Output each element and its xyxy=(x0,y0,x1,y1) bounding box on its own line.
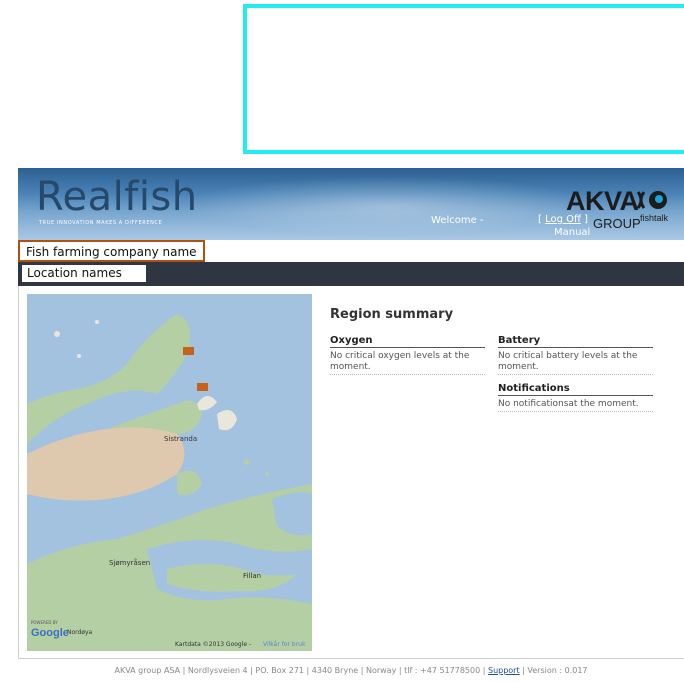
region-map[interactable]: Sistranda Sjømyråsen Fillan Nordøya POWE… xyxy=(27,294,312,651)
map-terms-link[interactable]: Vilkår for bruk xyxy=(263,641,306,648)
fishtalk-logo: fishtalk xyxy=(640,213,669,223)
manual-link[interactable]: Manual xyxy=(554,227,590,238)
footer-version: | Version : 0.017 xyxy=(522,666,588,675)
map-label-sistranda: Sistranda xyxy=(164,435,197,443)
realfish-logo: Realfish xyxy=(36,174,198,220)
map-attribution: Kartdata ©2013 Google - xyxy=(175,641,251,648)
oxygen-status: No critical oxygen levels at the moment. xyxy=(330,351,485,375)
powered-by-text: POWERED BY xyxy=(31,620,58,625)
banner-decoration xyxy=(178,176,598,236)
akva-group-text: GROUP xyxy=(593,216,641,231)
highlight-frame xyxy=(243,4,684,154)
farm-marker[interactable] xyxy=(183,347,194,355)
akva-logo: AKVA xyxy=(566,186,639,216)
logo-tagline: TRUE INNOVATION MAKES A DIFFERENCE xyxy=(39,220,163,226)
location-nav: Location names xyxy=(18,262,684,286)
oxygen-section: Oxygen No critical oxygen levels at the … xyxy=(330,335,485,375)
google-logo: Google xyxy=(31,627,69,639)
footer-address: AKVA group ASA | Nordlysveien 4 | PO. Bo… xyxy=(114,666,486,675)
notifications-heading: Notifications xyxy=(498,383,653,396)
map-label-nordoya: Nordøya xyxy=(67,629,93,636)
map-label-sjomyrasen: Sjømyråsen xyxy=(109,558,150,567)
page-footer: AKVA group ASA | Nordlysveien 4 | PO. Bo… xyxy=(18,658,684,682)
fishtalk-icon xyxy=(636,191,667,209)
logoff-bracket-open: [ xyxy=(538,214,542,225)
realfish-app: Realfish TRUE INNOVATION MAKES A DIFFERE… xyxy=(18,168,684,682)
support-link[interactable]: Support xyxy=(488,666,520,675)
header-banner: Realfish TRUE INNOVATION MAKES A DIFFERE… xyxy=(18,168,684,240)
notifications-status: No notificationsat the moment. xyxy=(498,399,653,412)
oxygen-heading: Oxygen xyxy=(330,335,485,348)
farm-marker[interactable] xyxy=(197,383,208,391)
location-selector[interactable]: Location names xyxy=(22,265,146,282)
region-summary-title: Region summary xyxy=(330,307,454,322)
battery-status: No critical battery levels at the moment… xyxy=(498,351,653,375)
main-content: Sistranda Sjømyråsen Fillan Nordøya POWE… xyxy=(18,286,684,658)
battery-heading: Battery xyxy=(498,335,653,348)
welcome-text: Welcome - xyxy=(431,215,484,226)
notifications-section: Notifications No notificationsat the mom… xyxy=(498,383,653,412)
map-canvas[interactable]: Sistranda Sjømyråsen Fillan Nordøya POWE… xyxy=(27,294,312,651)
map-label-fillan: Fillan xyxy=(243,572,261,580)
company-name[interactable]: Fish farming company name xyxy=(18,240,205,262)
company-bar: Fish farming company name xyxy=(18,240,684,262)
battery-section: Battery No critical battery levels at th… xyxy=(498,335,653,375)
